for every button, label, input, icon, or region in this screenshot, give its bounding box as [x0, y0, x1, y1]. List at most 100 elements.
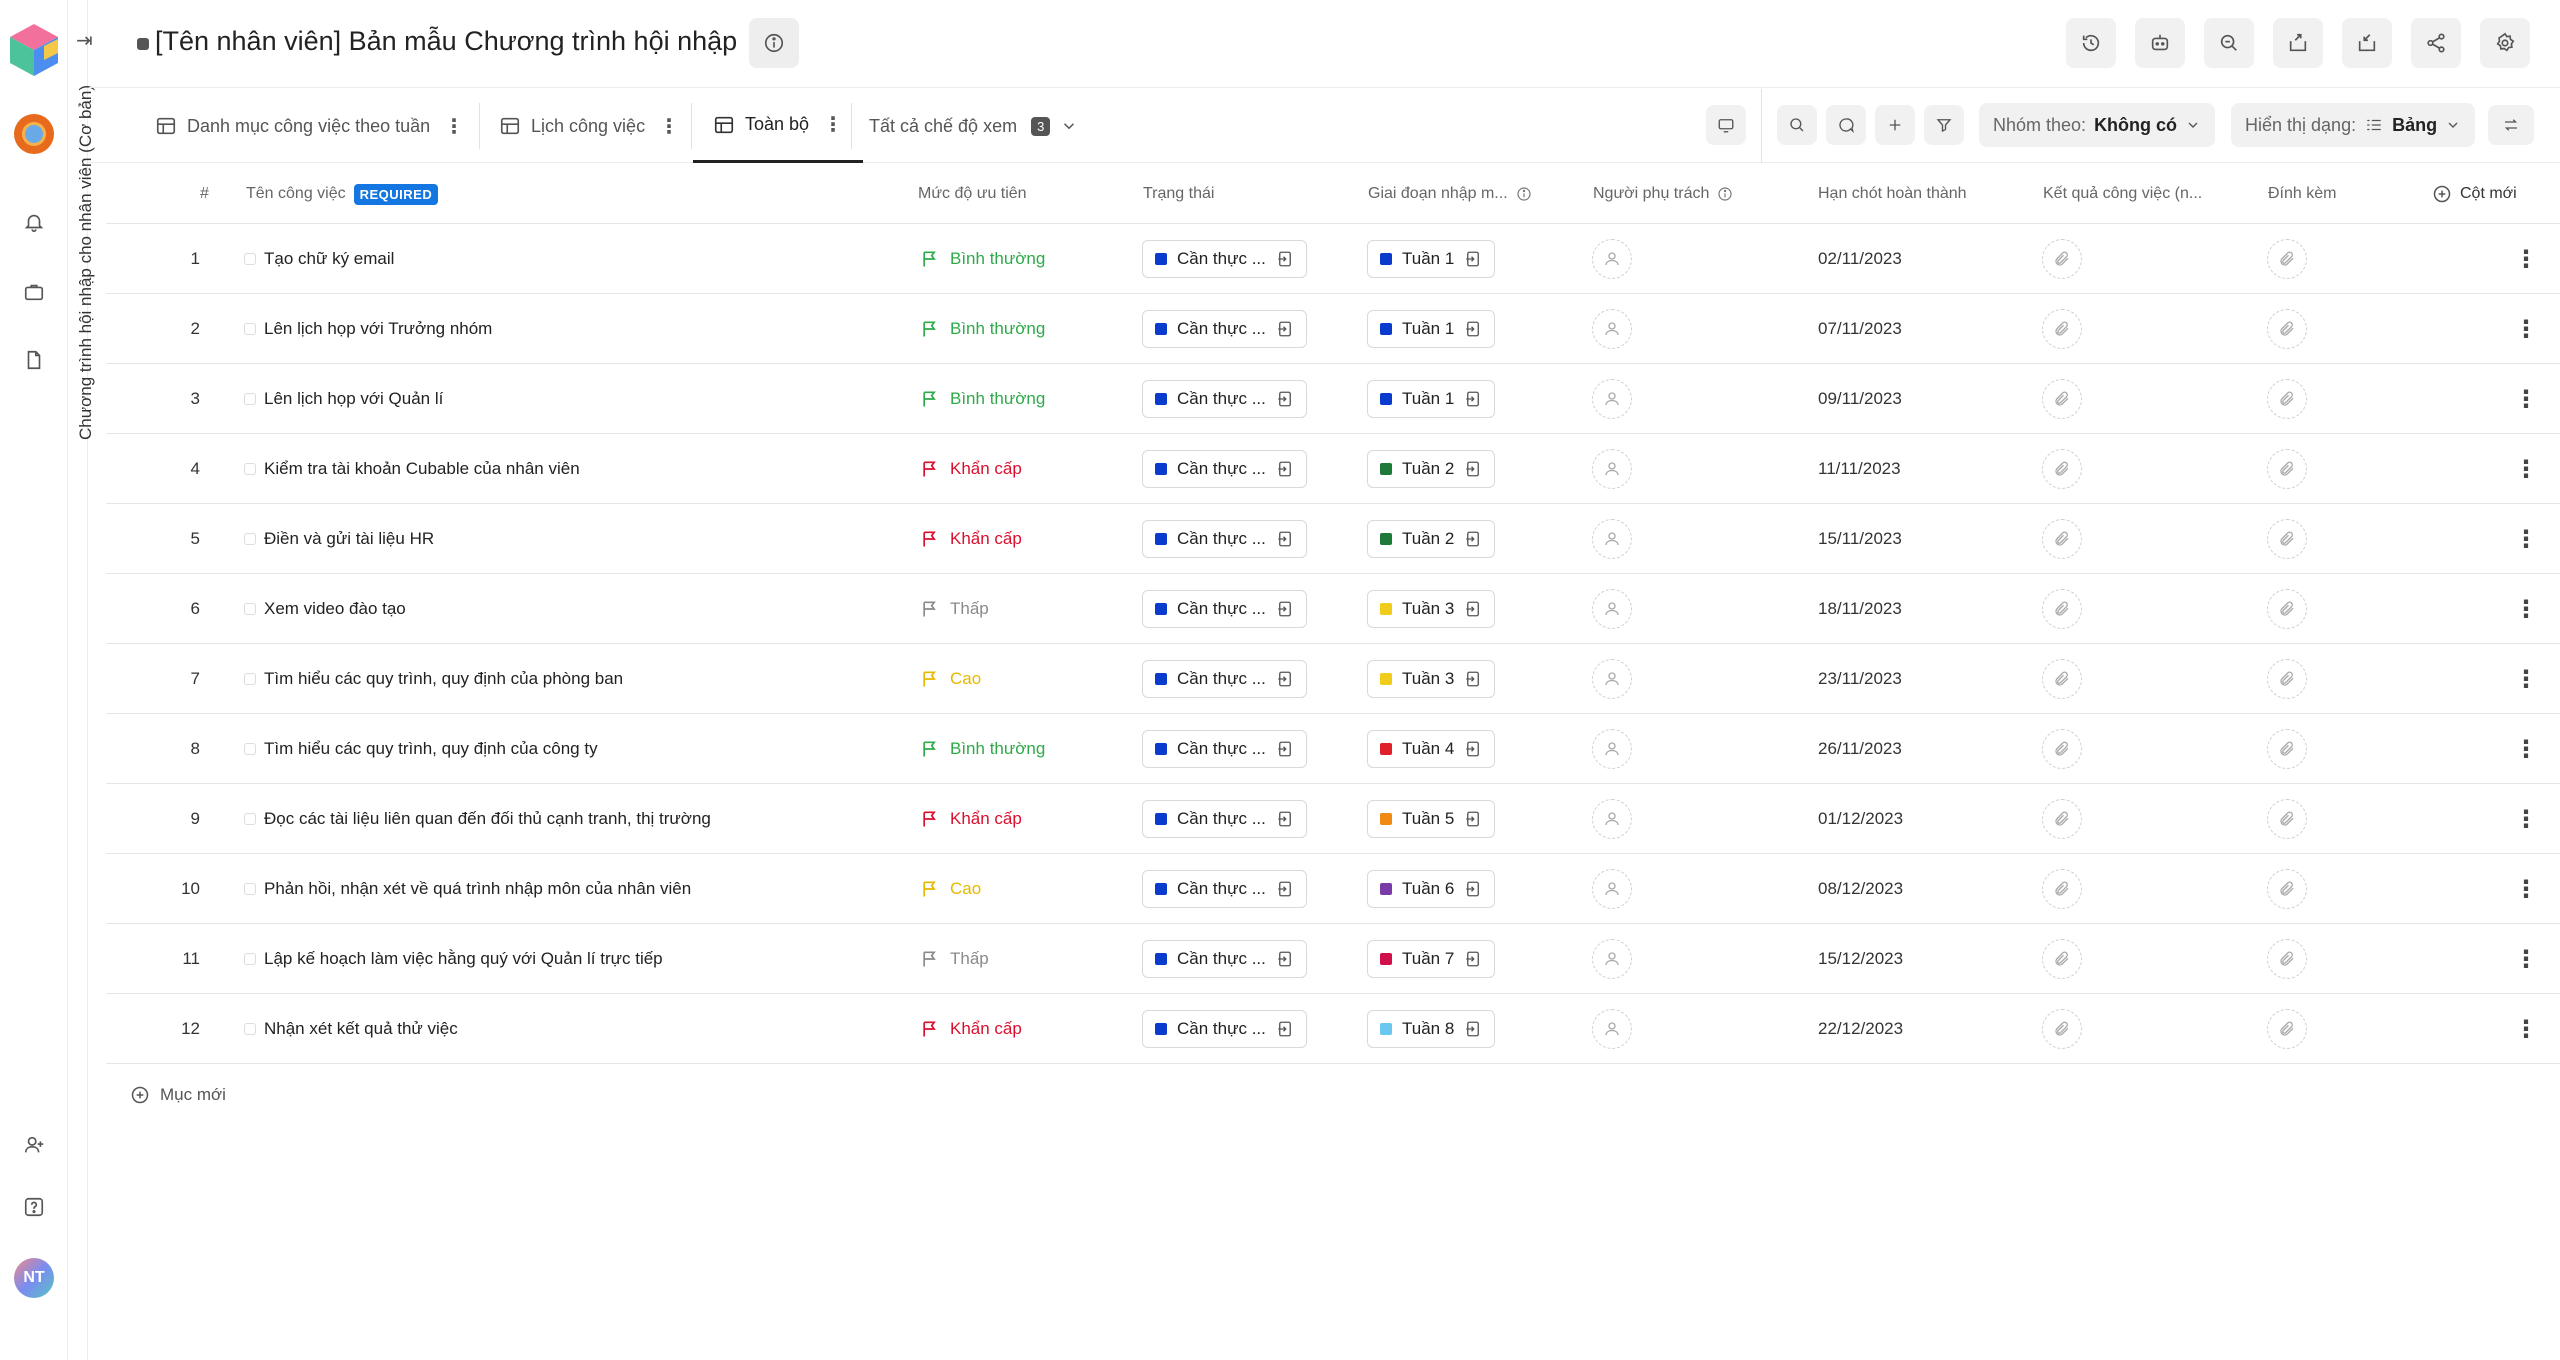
status-cell[interactable]: Cần thực ...: [1142, 714, 1307, 784]
page-title[interactable]: [Tên nhân viên] Bản mẫu Chương trình hội…: [155, 26, 737, 57]
result-cell[interactable]: [2042, 574, 2082, 644]
deadline-cell[interactable]: 07/11/2023: [1818, 294, 1902, 364]
history-button[interactable]: [2066, 18, 2116, 68]
assign-user-button[interactable]: [1592, 659, 1632, 699]
assignee-cell[interactable]: [1592, 434, 1632, 504]
phase-tag[interactable]: Tuần 1: [1367, 240, 1496, 278]
row-select-checkbox[interactable]: [244, 463, 256, 475]
status-tag[interactable]: Cần thực ...: [1142, 310, 1307, 348]
col-header-assignee[interactable]: Người phụ trách: [1593, 164, 1733, 224]
attach-result-button[interactable]: [2042, 729, 2082, 769]
attach-result-button[interactable]: [2042, 1009, 2082, 1049]
assign-user-button[interactable]: [1592, 449, 1632, 489]
table-row[interactable]: 7 Tìm hiểu các quy trình, quy định của p…: [106, 644, 2560, 714]
move-to-icon[interactable]: [1464, 250, 1482, 268]
deadline-cell[interactable]: 18/11/2023: [1818, 574, 1902, 644]
briefcase-icon[interactable]: [20, 278, 48, 306]
deadline-cell[interactable]: 23/11/2023: [1818, 644, 1902, 714]
attachment-cell[interactable]: [2267, 224, 2307, 294]
attach-result-button[interactable]: [2042, 449, 2082, 489]
attachment-cell[interactable]: [2267, 714, 2307, 784]
status-cell[interactable]: Cần thực ...: [1142, 364, 1307, 434]
status-cell[interactable]: Cần thực ...: [1142, 994, 1307, 1064]
phase-tag[interactable]: Tuần 8: [1367, 1010, 1496, 1048]
tab-all[interactable]: Toàn bộ ⋮: [693, 89, 864, 163]
assignee-cell[interactable]: [1592, 924, 1632, 994]
tab-more-icon[interactable]: ⋮: [444, 114, 464, 139]
attachment-cell[interactable]: [2267, 504, 2307, 574]
task-name[interactable]: Xem video đào tạo: [244, 574, 406, 644]
col-header-phase[interactable]: Giai đoạn nhập m...: [1368, 164, 1532, 224]
deadline-cell[interactable]: 01/12/2023: [1818, 784, 1903, 854]
add-column-button[interactable]: Cột mới: [2432, 164, 2517, 224]
attach-file-button[interactable]: [2267, 799, 2307, 839]
status-tag[interactable]: Cần thực ...: [1142, 870, 1307, 908]
status-cell[interactable]: Cần thực ...: [1142, 924, 1307, 994]
row-select-checkbox[interactable]: [244, 393, 256, 405]
task-name[interactable]: Lên lịch họp với Trưởng nhóm: [244, 294, 492, 364]
attach-file-button[interactable]: [2267, 449, 2307, 489]
status-tag[interactable]: Cần thực ...: [1142, 940, 1307, 978]
phase-cell[interactable]: Tuần 8: [1367, 994, 1496, 1064]
search-button[interactable]: [1777, 105, 1817, 145]
task-name[interactable]: Phản hồi, nhận xét về quá trình nhập môn…: [244, 854, 691, 924]
phase-cell[interactable]: Tuần 2: [1367, 434, 1496, 504]
col-header-result[interactable]: Kết quả công việc (n...: [2043, 164, 2202, 224]
row-select-checkbox[interactable]: [244, 533, 256, 545]
phase-tag[interactable]: Tuần 4: [1367, 730, 1496, 768]
assignee-cell[interactable]: [1592, 644, 1632, 714]
tab-calendar[interactable]: Lịch công việc ⋮: [499, 89, 679, 163]
phase-cell[interactable]: Tuần 4: [1367, 714, 1496, 784]
attachment-cell[interactable]: [2267, 784, 2307, 854]
attach-result-button[interactable]: [2042, 379, 2082, 419]
attachment-cell[interactable]: [2267, 294, 2307, 364]
assign-user-button[interactable]: [1592, 309, 1632, 349]
attach-file-button[interactable]: [2267, 589, 2307, 629]
display-mode-dropdown[interactable]: Hiển thị dạng: Bảng: [2231, 103, 2476, 147]
table-row[interactable]: 1 Tạo chữ ký email Bình thường Cần thực …: [106, 224, 2560, 294]
result-cell[interactable]: [2042, 504, 2082, 574]
phase-tag[interactable]: Tuần 3: [1367, 660, 1496, 698]
deadline-cell[interactable]: 11/11/2023: [1818, 434, 1901, 504]
attach-file-button[interactable]: [2267, 729, 2307, 769]
row-more-icon[interactable]: ⋮: [2514, 434, 2538, 504]
result-cell[interactable]: [2042, 434, 2082, 504]
status-cell[interactable]: Cần thực ...: [1142, 574, 1307, 644]
filter-button[interactable]: [1924, 105, 1964, 145]
task-name[interactable]: Lên lịch họp với Quản lí: [244, 364, 443, 434]
status-cell[interactable]: Cần thực ...: [1142, 644, 1307, 714]
phase-cell[interactable]: Tuần 5: [1367, 784, 1496, 854]
status-cell[interactable]: Cần thực ...: [1142, 224, 1307, 294]
row-more-icon[interactable]: ⋮: [2514, 714, 2538, 784]
task-name[interactable]: Điền và gửi tài liệu HR: [244, 504, 434, 574]
add-user-icon[interactable]: [20, 1131, 48, 1159]
result-cell[interactable]: [2042, 644, 2082, 714]
assign-user-button[interactable]: [1592, 589, 1632, 629]
move-to-icon[interactable]: [1464, 1020, 1482, 1038]
row-more-icon[interactable]: ⋮: [2514, 224, 2538, 294]
row-select-checkbox[interactable]: [244, 953, 256, 965]
deadline-cell[interactable]: 26/11/2023: [1818, 714, 1902, 784]
task-name[interactable]: Tạo chữ ký email: [244, 224, 394, 294]
move-to-icon[interactable]: [1464, 600, 1482, 618]
deadline-cell[interactable]: 09/11/2023: [1818, 364, 1902, 434]
bell-icon[interactable]: [20, 208, 48, 236]
status-cell[interactable]: Cần thực ...: [1142, 434, 1307, 504]
status-tag[interactable]: Cần thực ...: [1142, 800, 1307, 838]
phase-tag[interactable]: Tuần 1: [1367, 310, 1496, 348]
status-tag[interactable]: Cần thực ...: [1142, 240, 1307, 278]
move-to-icon[interactable]: [1464, 950, 1482, 968]
phase-cell[interactable]: Tuần 2: [1367, 504, 1496, 574]
settings-button[interactable]: [2480, 18, 2530, 68]
group-by-dropdown[interactable]: Nhóm theo: Không có: [1979, 103, 2216, 147]
move-to-icon[interactable]: [1464, 460, 1482, 478]
priority-cell[interactable]: Bình thường: [920, 714, 1045, 784]
row-more-icon[interactable]: ⋮: [2514, 574, 2538, 644]
deadline-cell[interactable]: 15/12/2023: [1818, 924, 1903, 994]
move-to-icon[interactable]: [1276, 600, 1294, 618]
result-cell[interactable]: [2042, 364, 2082, 434]
attach-result-button[interactable]: [2042, 939, 2082, 979]
phase-tag[interactable]: Tuần 6: [1367, 870, 1496, 908]
comment-button[interactable]: [1826, 105, 1866, 145]
col-header-priority[interactable]: Mức độ ưu tiên: [918, 164, 1027, 224]
